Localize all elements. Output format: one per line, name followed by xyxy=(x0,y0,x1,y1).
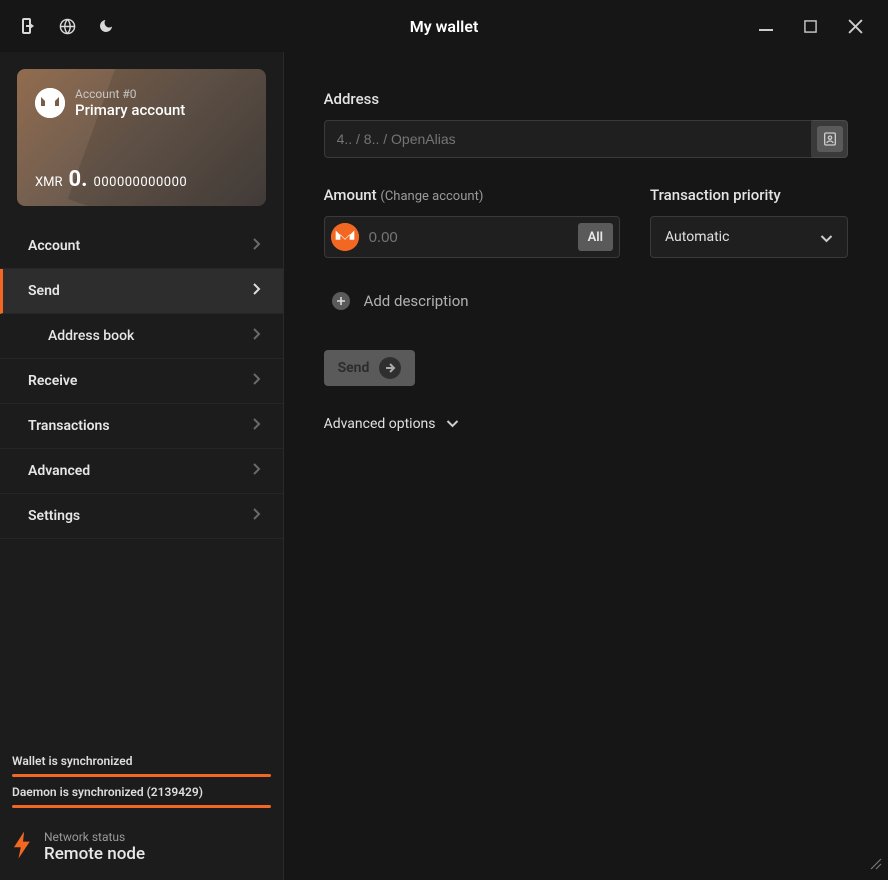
chevron-right-icon xyxy=(253,508,261,524)
network-status-row[interactable]: Network status Remote node xyxy=(12,826,271,868)
monero-logo-icon xyxy=(35,88,65,118)
chevron-down-icon xyxy=(820,228,833,247)
nav-receive[interactable]: Receive xyxy=(0,359,283,404)
chevron-right-icon xyxy=(253,283,261,299)
account-name: Primary account xyxy=(75,101,185,119)
account-balance: XMR 0.000000000000 xyxy=(35,167,248,192)
globe-icon[interactable] xyxy=(59,18,76,35)
amount-all-button[interactable]: All xyxy=(578,223,613,251)
send-button[interactable]: Send xyxy=(324,350,416,386)
minimize-button[interactable] xyxy=(743,0,788,52)
add-description-button[interactable]: Add description xyxy=(324,292,848,310)
bolt-icon xyxy=(14,831,32,863)
amount-input[interactable] xyxy=(369,229,568,246)
priority-select[interactable]: Automatic xyxy=(650,216,848,258)
chevron-down-icon xyxy=(446,416,459,432)
chevron-right-icon xyxy=(253,373,261,389)
priority-label: Transaction priority xyxy=(650,186,848,204)
resize-handle-icon[interactable] xyxy=(868,855,882,874)
chevron-right-icon xyxy=(253,328,261,344)
chevron-right-icon xyxy=(253,463,261,479)
address-book-button[interactable] xyxy=(812,120,848,158)
maximize-button[interactable] xyxy=(788,0,833,52)
priority-value: Automatic xyxy=(665,229,729,245)
amount-label: Amount (Change account) xyxy=(324,186,620,204)
plus-circle-icon xyxy=(332,292,350,310)
change-account-link[interactable]: (Change account) xyxy=(380,189,483,204)
advanced-options-toggle[interactable]: Advanced options xyxy=(324,416,848,432)
account-card[interactable]: Account #0 Primary account XMR 0.0000000… xyxy=(17,69,266,206)
nav-advanced[interactable]: Advanced xyxy=(0,449,283,494)
chevron-right-icon xyxy=(253,418,261,434)
close-button[interactable] xyxy=(833,0,878,52)
nav-transactions[interactable]: Transactions xyxy=(0,404,283,449)
network-status-value: Remote node xyxy=(44,844,145,864)
network-status-label: Network status xyxy=(44,830,145,844)
daemon-sync-bar xyxy=(12,805,271,808)
window-title: My wallet xyxy=(410,17,479,36)
moon-icon[interactable] xyxy=(98,18,114,35)
address-input[interactable] xyxy=(324,120,812,158)
exit-icon[interactable] xyxy=(19,18,37,35)
wallet-sync-bar xyxy=(12,774,271,777)
daemon-sync-status: Daemon is synchronized (2139429) xyxy=(12,785,271,799)
wallet-sync-status: Wallet is synchronized xyxy=(12,754,271,768)
account-number: Account #0 xyxy=(75,87,185,101)
arrow-right-circle-icon xyxy=(379,357,401,379)
address-label: Address xyxy=(324,90,848,108)
nav-address-book[interactable]: Address book xyxy=(0,314,283,359)
nav-settings[interactable]: Settings xyxy=(0,494,283,539)
chevron-right-icon xyxy=(253,238,261,254)
contact-icon xyxy=(822,131,838,147)
nav-send[interactable]: Send xyxy=(0,269,283,314)
nav-account[interactable]: Account xyxy=(0,224,283,269)
monero-icon xyxy=(331,223,359,251)
